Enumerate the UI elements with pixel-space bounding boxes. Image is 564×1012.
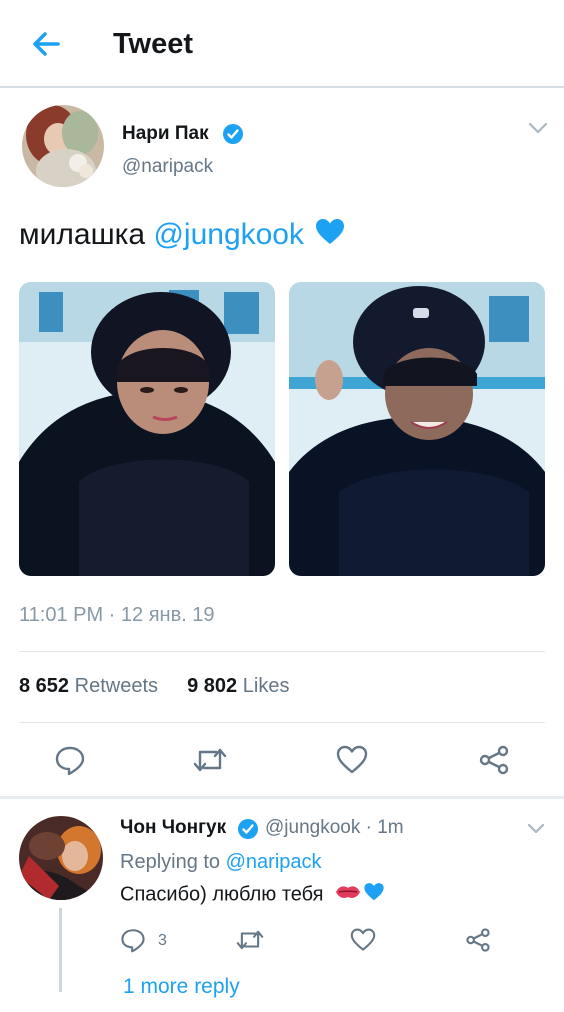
verified-badge-icon (222, 123, 244, 150)
retweets-count[interactable]: 8 652 (19, 675, 69, 697)
retweet-icon[interactable] (192, 744, 228, 781)
tweet-text: милашка @jungkook (19, 218, 346, 254)
chevron-down-icon[interactable] (526, 822, 546, 841)
reply-icon[interactable] (120, 927, 146, 958)
tweet-stats: 8 652 Retweets 9 802 Likes (19, 675, 289, 698)
author-avatar[interactable] (22, 105, 104, 187)
share-icon[interactable] (478, 744, 510, 781)
divider (19, 651, 545, 652)
divider (19, 722, 545, 723)
section-divider (0, 796, 564, 799)
kiss-mark-icon (335, 883, 361, 907)
author-name[interactable]: Нари Пак (122, 123, 209, 145)
top-bar: Tweet (0, 0, 564, 88)
author-handle[interactable]: @naripack (122, 156, 213, 178)
retweets-label[interactable]: Retweets (75, 675, 158, 697)
page-title: Tweet (113, 28, 194, 60)
replying-handle-link[interactable]: @naripack (226, 851, 322, 873)
reply-author-name[interactable]: Чон Чонгук (120, 817, 226, 839)
reply-text: Спасибо) люблю тебя (120, 882, 385, 908)
thread-line (59, 908, 62, 992)
reply-handle-time[interactable]: @jungkook · 1m (265, 817, 404, 839)
reply-count: 3 (158, 932, 167, 949)
blue-heart-icon (363, 882, 385, 908)
mention-link[interactable]: @jungkook (153, 218, 304, 251)
reply-text-body: Спасибо) люблю тебя (120, 883, 324, 906)
tweet-text-body: милашка (19, 218, 154, 251)
replying-to: Replying to @naripack (120, 851, 322, 874)
blue-heart-icon (314, 218, 346, 254)
tweet-timestamp: 11:01 PM · 12 янв. 19 (19, 604, 215, 626)
share-icon[interactable] (465, 927, 491, 958)
replying-prefix: Replying to (120, 851, 226, 873)
like-icon[interactable] (336, 745, 368, 780)
chevron-down-icon[interactable] (527, 120, 549, 141)
likes-label[interactable]: Likes (243, 675, 290, 697)
reply-icon[interactable] (54, 744, 86, 781)
reply-author-avatar[interactable] (19, 816, 103, 900)
verified-badge-icon (237, 818, 259, 845)
tweet-photo[interactable] (19, 282, 275, 576)
back-arrow-icon[interactable] (28, 26, 64, 62)
like-icon[interactable] (350, 928, 376, 957)
tweet-photo[interactable] (289, 282, 545, 576)
retweet-icon[interactable] (235, 927, 265, 958)
more-replies-link[interactable]: 1 more reply (123, 975, 240, 999)
likes-count[interactable]: 9 802 (187, 675, 237, 697)
